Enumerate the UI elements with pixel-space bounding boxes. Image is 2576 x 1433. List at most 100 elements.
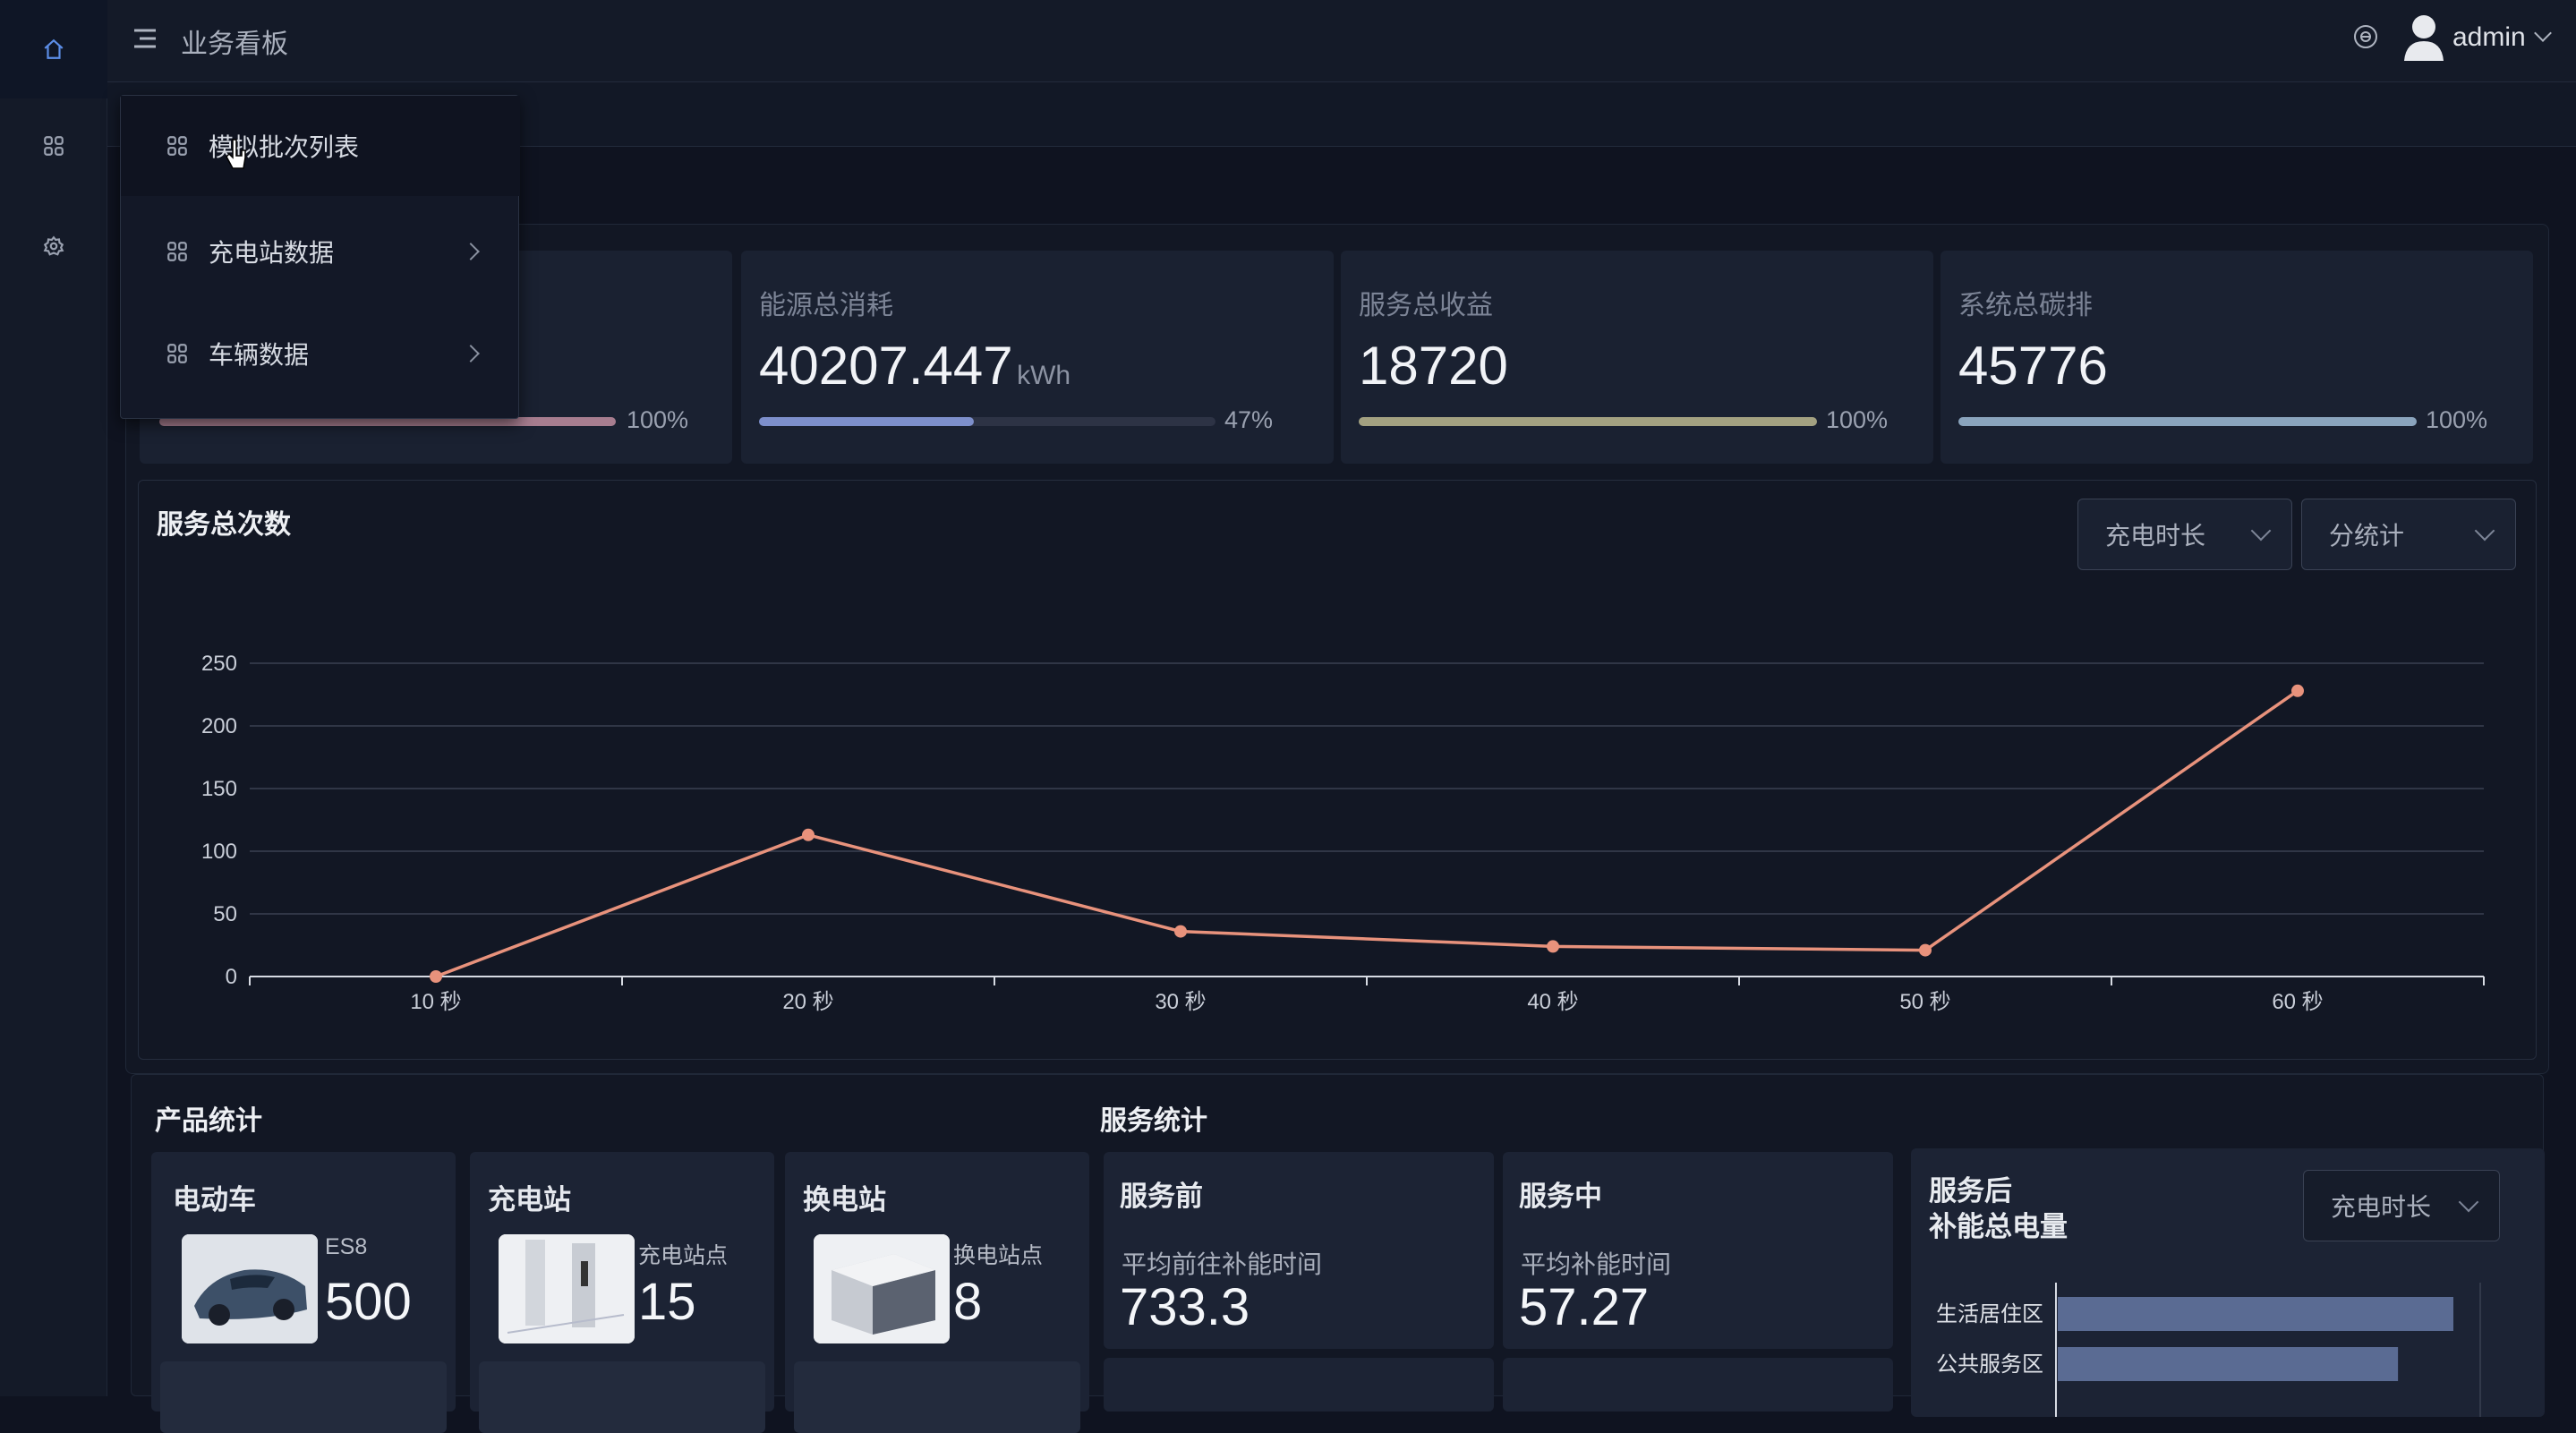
menu-toggle-button[interactable] <box>132 27 158 55</box>
data-point <box>1547 940 1559 953</box>
service-label: 平均补能时间 <box>1521 1250 1672 1278</box>
card-footer <box>160 1361 447 1433</box>
y-tick-label: 0 <box>226 965 237 989</box>
mouse-cursor-icon <box>226 139 246 169</box>
stat-value-row: 45776 <box>1958 335 2108 397</box>
line-chart: 0 50 100 150 200 250 10 秒 20 秒 30 秒 40 秒 50 秒 60 秒 <box>201 652 2485 1014</box>
stat-value-row: 18720 <box>1359 335 1508 397</box>
service-card-below <box>1503 1358 1893 1412</box>
charger-icon <box>499 1234 635 1343</box>
swap-station-image <box>814 1234 950 1343</box>
avatar[interactable] <box>2402 13 2445 65</box>
product-card-ev: 电动车 ES8 500 <box>151 1152 456 1433</box>
car-image <box>182 1234 318 1343</box>
product-label: 换电站点 <box>953 1243 1044 1268</box>
x-tick-label: 60 秒 <box>2272 990 2323 1014</box>
product-label: ES8 <box>325 1234 368 1259</box>
progress-track <box>759 417 1215 426</box>
charger-image <box>499 1234 635 1343</box>
progress-fill <box>759 417 974 426</box>
service-during-card: 服务中 平均补能时间 57.27 <box>1503 1152 1893 1349</box>
globe-icon <box>2354 25 2377 48</box>
service-title: 服务前 <box>1120 1181 1203 1212</box>
region-label: 公共服务区 <box>1936 1352 2043 1377</box>
data-point <box>2291 684 2304 697</box>
y-tick-label: 100 <box>201 840 237 864</box>
chart-panel: 服务总次数 充电时长 分统计 0 50 100 150 200 250 10 秒 20 秒 30… <box>138 480 2537 1060</box>
progress-fill <box>1958 417 2417 426</box>
chevron-down-icon[interactable] <box>2534 24 2552 42</box>
stat-value: 40207.447 <box>759 336 1013 396</box>
y-tick-label: 200 <box>201 714 237 738</box>
chevron-right-icon <box>462 345 480 363</box>
stat-card-carbon: 系统总碳排 45776 100% <box>1941 251 2533 464</box>
bottom-panel: 产品统计 服务统计 电动车 ES8 500 充电站 充电站点 15 换电站 换电… <box>131 1074 2545 1433</box>
progress-track <box>1359 417 1817 426</box>
stat-value: 18720 <box>1359 336 1508 396</box>
data-point <box>430 970 442 983</box>
stat-unit: kWh <box>1017 361 1071 390</box>
stat-card-energy: 能源总消耗 40207.447 kWh 47% <box>741 251 1334 464</box>
x-tick-label: 50 秒 <box>1899 990 1950 1014</box>
menu-item-simulation-batches[interactable]: 模拟批次列表 <box>121 96 520 196</box>
x-tick-label: 30 秒 <box>1155 990 1206 1014</box>
nav-home[interactable] <box>0 0 107 98</box>
gear-icon <box>43 235 64 256</box>
page-title: 业务看板 <box>181 30 288 59</box>
product-value: 15 <box>638 1273 696 1331</box>
series-line <box>435 689 2299 978</box>
service-before-card: 服务前 平均前往补能时间 733.3 <box>1104 1152 1494 1349</box>
product-value: 8 <box>953 1273 983 1331</box>
product-stats-title: 产品统计 <box>155 1106 262 1136</box>
data-point <box>802 828 815 841</box>
nav-dropdown-menu: 模拟批次列表 充电站数据 车辆数据 <box>120 95 520 419</box>
x-tick-label: 20 秒 <box>782 990 833 1014</box>
product-title: 充电站 <box>488 1184 571 1215</box>
service-stats-title: 服务统计 <box>1100 1106 1207 1136</box>
product-card-charging: 充电站 充电站点 15 <box>470 1152 774 1433</box>
menu-item-label: 充电站数据 <box>209 239 335 267</box>
x-tick-label: 40 秒 <box>1527 990 1578 1014</box>
menu-item-vehicle-data[interactable]: 车辆数据 <box>121 303 520 404</box>
stat-card-revenue: 服务总收益 18720 100% <box>1341 251 1933 464</box>
username[interactable]: admin <box>2452 22 2526 53</box>
data-point <box>1919 943 1932 957</box>
chevron-right-icon <box>462 243 480 260</box>
product-value: 500 <box>325 1273 412 1331</box>
stat-title: 服务总收益 <box>1359 291 1493 320</box>
y-tick-label: 250 <box>201 652 237 676</box>
nav-apps[interactable] <box>0 97 107 195</box>
grid-icon <box>167 136 187 156</box>
car-icon <box>182 1234 318 1343</box>
grid-icon <box>44 136 64 156</box>
language-button[interactable] <box>2352 23 2379 55</box>
service-label: 平均前往补能时间 <box>1122 1250 1323 1278</box>
stat-value: 45776 <box>1958 336 2108 396</box>
progress-label: 47% <box>1224 406 1274 433</box>
data-point <box>1174 925 1187 938</box>
grid-icon <box>167 344 187 363</box>
region-bar-chart: 生活居住区公共服务区 <box>1936 1283 2481 1417</box>
region-bar <box>2058 1297 2453 1331</box>
stat-value-row: 40207.447 kWh <box>759 335 1070 397</box>
home-icon <box>44 38 64 59</box>
progress-label: 100% <box>1826 406 1889 433</box>
user-avatar-icon <box>2404 15 2444 61</box>
nav-settings[interactable] <box>0 197 107 295</box>
x-tick-label: 10 秒 <box>410 990 461 1014</box>
progress-label: 100% <box>627 406 689 433</box>
card-footer <box>479 1361 765 1433</box>
region-label: 生活居住区 <box>1936 1302 2043 1326</box>
hamburger-icon <box>134 29 156 48</box>
top-bar: 业务看板 admin <box>107 0 2576 82</box>
menu-item-label: 车辆数据 <box>209 341 310 369</box>
progress-fill <box>1359 417 1817 426</box>
swap-station-icon <box>814 1234 950 1343</box>
menu-item-charging-station-data[interactable]: 充电站数据 <box>121 201 520 302</box>
product-title: 换电站 <box>803 1184 886 1215</box>
stat-title: 系统总碳排 <box>1958 291 2093 320</box>
service-title: 服务中 <box>1519 1181 1602 1212</box>
grid-icon <box>167 242 187 261</box>
service-value: 733.3 <box>1120 1278 1250 1336</box>
service-after-card: 服务后 补能总电量 充电时长 生活居住区 公共服务区 <box>1911 1148 2545 1417</box>
